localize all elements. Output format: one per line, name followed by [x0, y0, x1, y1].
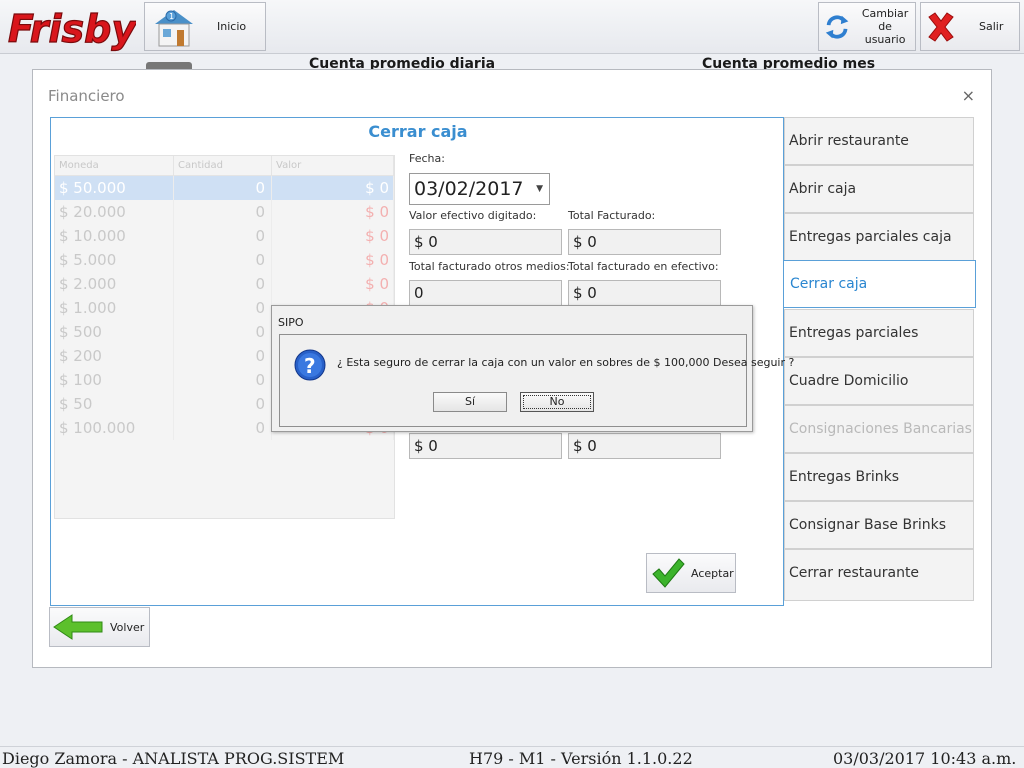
cell-cantidad[interactable]: 0 — [174, 296, 272, 320]
fecha-datepicker[interactable]: 03/02/2017 ▼ — [409, 173, 550, 205]
otros-medios-label: Total facturado otros medios: — [409, 260, 570, 273]
dialog-body: ? ¿ Esta seguro de cerrar la caja con un… — [279, 334, 794, 427]
menu-item-3[interactable]: Cerrar caja — [784, 260, 976, 308]
aceptar-button[interactable]: Aceptar — [646, 553, 736, 593]
menu-item-2[interactable]: Entregas parciales caja — [784, 213, 974, 261]
dialog-title: SIPO — [278, 316, 304, 329]
fecha-value: 03/02/2017 — [414, 178, 524, 200]
volver-label: Volver — [110, 620, 145, 634]
cell-cantidad[interactable]: 0 — [174, 320, 272, 344]
panel-title: Cerrar caja — [368, 122, 468, 141]
table-row[interactable]: $ 2.000 0 $ 0 — [55, 272, 394, 296]
menu-item-4[interactable]: Entregas parciales Domicilio — [784, 309, 974, 387]
cell-cantidad[interactable]: 0 — [174, 176, 272, 200]
field-b: $ 0 — [568, 433, 721, 459]
cambiar-label-line1: Cambiar de — [861, 7, 909, 33]
cell-moneda: $ 1.000 — [55, 296, 174, 320]
cell-cantidad[interactable]: 0 — [174, 272, 272, 296]
cell-cantidad[interactable]: 0 — [174, 224, 272, 248]
menu-item-5[interactable]: Cuadre Domicilio — [784, 357, 974, 405]
cell-moneda: $ 100 — [55, 368, 174, 392]
total-facturado-label: Total Facturado: — [568, 209, 656, 222]
field-a: $ 0 — [409, 433, 562, 459]
menu-item-6: Consignaciones Bancarias — [784, 405, 974, 453]
svg-text:?: ? — [304, 354, 316, 378]
cell-valor: $ 0 — [272, 272, 394, 296]
cell-moneda: $ 20.000 — [55, 200, 174, 224]
question-icon: ? — [294, 349, 326, 381]
cell-cantidad[interactable]: 0 — [174, 416, 272, 440]
cell-moneda: $ 200 — [55, 344, 174, 368]
salir-button[interactable]: Salir — [920, 2, 1020, 51]
grid-header: Moneda Cantidad Valor — [55, 156, 394, 176]
cambiar-usuario-label: Cambiar de usuario — [855, 7, 915, 46]
cell-cantidad[interactable]: 0 — [174, 392, 272, 416]
cell-moneda: $ 50 — [55, 392, 174, 416]
table-row[interactable]: $ 10.000 0 $ 0 — [55, 224, 394, 248]
close-icon[interactable]: × — [962, 86, 975, 105]
status-datetime: 03/03/2017 10:43 a.m. — [833, 749, 1017, 768]
menu-item-8[interactable]: Consignar Base Brinks — [784, 501, 974, 549]
salir-label: Salir — [979, 20, 1004, 33]
refresh-icon — [825, 14, 849, 39]
confirm-dialog: SIPO ? ¿ Esta seguro de cerrar la caja c… — [271, 305, 794, 432]
cell-cantidad[interactable]: 0 — [174, 344, 272, 368]
cell-valor: $ 0 — [272, 248, 394, 272]
cell-cantidad[interactable]: 0 — [174, 368, 272, 392]
cambiar-usuario-button[interactable]: Cambiar de usuario — [818, 2, 916, 51]
cell-valor: $ 0 — [272, 200, 394, 224]
cell-cantidad[interactable]: 0 — [174, 200, 272, 224]
checkmark-icon — [652, 558, 685, 588]
table-row[interactable]: $ 20.000 0 $ 0 — [55, 200, 394, 224]
table-row[interactable]: $ 5.000 0 $ 0 — [55, 248, 394, 272]
aceptar-label: Aceptar — [691, 566, 734, 580]
menu-item-9[interactable]: Cerrar restaurante — [784, 549, 974, 601]
cell-moneda: $ 5.000 — [55, 248, 174, 272]
top-bar: Frisby 1 Inicio Cambiar de usuario Salir — [0, 0, 1024, 54]
modal-title: Financiero — [48, 87, 125, 105]
cell-moneda: $ 50.000 — [55, 176, 174, 200]
valor-efectivo-label: Valor efectivo digitado: — [409, 209, 537, 222]
cell-cantidad[interactable]: 0 — [174, 248, 272, 272]
si-button[interactable]: Sí — [433, 392, 507, 412]
menu-item-0[interactable]: Abrir restaurante — [784, 117, 974, 165]
header-cantidad: Cantidad — [174, 156, 272, 175]
dialog-message: ¿ Esta seguro de cerrar la caja con un v… — [337, 356, 795, 369]
total-facturado-field: $ 0 — [568, 229, 721, 255]
cell-moneda: $ 500 — [55, 320, 174, 344]
svg-text:1: 1 — [169, 12, 174, 21]
svg-text:Frisby: Frisby — [8, 7, 136, 51]
cambiar-label-line2: usuario — [864, 33, 906, 46]
en-efectivo-field: $ 0 — [568, 280, 721, 306]
close-red-icon — [928, 11, 954, 42]
fecha-label: Fecha: — [409, 152, 445, 165]
volver-button[interactable]: Volver — [49, 607, 150, 647]
cell-moneda: $ 10.000 — [55, 224, 174, 248]
cell-moneda: $ 100.000 — [55, 416, 174, 440]
en-efectivo-label: Total facturado en efectivo: — [568, 260, 719, 273]
home-icon: 1 — [155, 9, 193, 46]
header-valor: Valor — [272, 156, 394, 175]
inicio-label: Inicio — [217, 20, 247, 33]
menu-item-7[interactable]: Entregas Brinks — [784, 453, 974, 501]
table-row[interactable]: $ 50.000 0 $ 0 — [55, 176, 394, 200]
cell-valor: $ 0 — [272, 224, 394, 248]
chevron-down-icon[interactable]: ▼ — [536, 174, 543, 204]
status-user: Diego Zamora - ANALISTA PROG.SISTEM — [2, 749, 345, 768]
header-moneda: Moneda — [55, 156, 174, 175]
arrow-left-icon — [53, 614, 103, 640]
frisby-logo: Frisby — [7, 6, 136, 51]
status-bar: Diego Zamora - ANALISTA PROG.SISTEM H79 … — [0, 746, 1024, 768]
cell-moneda: $ 2.000 — [55, 272, 174, 296]
status-version: H79 - M1 - Versión 1.1.0.22 — [469, 749, 693, 768]
otros-medios-field: 0 — [409, 280, 562, 306]
no-button[interactable]: No — [520, 392, 594, 412]
menu-item-1[interactable]: Abrir caja — [784, 165, 974, 213]
valor-efectivo-field[interactable]: $ 0 — [409, 229, 562, 255]
inicio-button[interactable]: 1 Inicio — [144, 2, 266, 51]
cell-valor: $ 0 — [272, 176, 394, 200]
